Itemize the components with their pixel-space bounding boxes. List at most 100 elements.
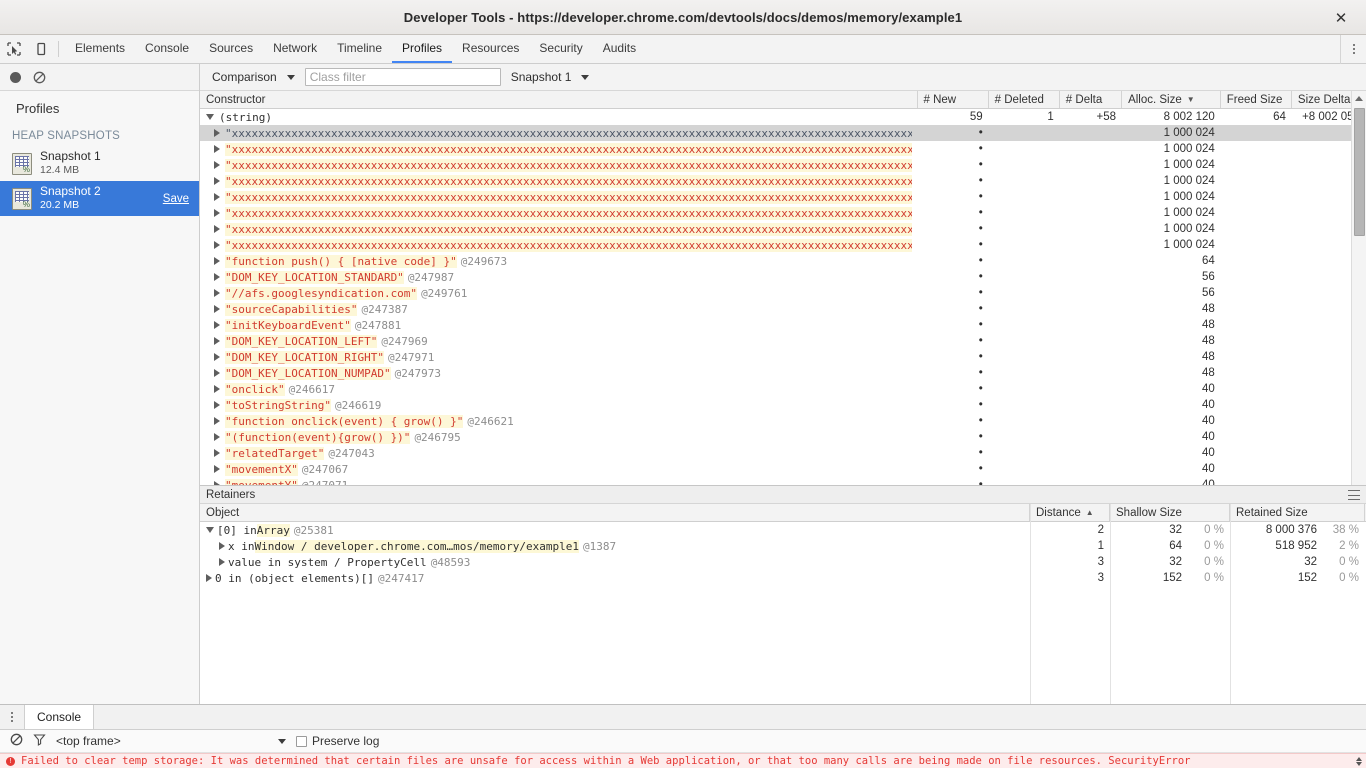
table-row[interactable]: "DOM_KEY_LOCATION_NUMPAD"@247973•48 (200, 365, 1366, 381)
vertical-dots-icon[interactable] (0, 705, 24, 729)
expand-twisty-icon[interactable] (206, 527, 214, 533)
snapshot-item-1[interactable]: Snapshot 1 12.4 MB (0, 146, 199, 181)
table-row[interactable]: "onclick"@246617•40 (200, 381, 1366, 397)
tab-security[interactable]: Security (529, 35, 592, 63)
console-scroll-arrows-icon[interactable] (1354, 754, 1364, 768)
expand-twisty-icon[interactable] (214, 129, 220, 137)
clear-console-icon[interactable] (10, 733, 23, 749)
expand-twisty-icon[interactable] (206, 574, 212, 582)
tab-sources[interactable]: Sources (199, 35, 263, 63)
tab-console-drawer[interactable]: Console (24, 705, 94, 729)
expand-twisty-icon[interactable] (214, 177, 220, 185)
column-header-shallow-size[interactable]: Shallow Size (1110, 504, 1230, 521)
column-header-retained-size[interactable]: Retained Size (1230, 504, 1365, 521)
view-mode-select[interactable]: Comparison (208, 70, 299, 84)
table-row[interactable]: "toStringString"@246619•40 (200, 397, 1366, 413)
expand-twisty-icon[interactable] (214, 193, 220, 201)
inspect-cursor-icon[interactable] (0, 35, 27, 63)
table-row[interactable]: "//afs.googlesyndication.com"@249761•56 (200, 285, 1366, 301)
scrollbar-thumb[interactable] (1354, 108, 1365, 236)
vertical-dots-icon[interactable] (1340, 35, 1366, 64)
retained-size-value: 32 (1304, 556, 1317, 568)
column-header-deleted[interactable]: # Deleted (989, 91, 1060, 108)
tab-timeline[interactable]: Timeline (327, 35, 392, 63)
grid-vertical-scrollbar[interactable] (1351, 91, 1366, 512)
table-row[interactable]: "initKeyboardEvent"@247881•48 (200, 317, 1366, 333)
tab-profiles[interactable]: Profiles (392, 35, 452, 63)
table-row[interactable]: "DOM_KEY_LOCATION_LEFT"@247969•48 (200, 333, 1366, 349)
table-row[interactable]: "(function(event){grow() })"@246795•40 (200, 429, 1366, 445)
table-row[interactable]: "xxxxxxxxxxxxxxxxxxxxxxxxxxxxxxxxxxxxxxx… (200, 205, 1366, 221)
expand-twisty-icon[interactable] (214, 321, 220, 329)
expand-twisty-icon[interactable] (219, 542, 225, 550)
column-header-object[interactable]: Object (200, 504, 1030, 521)
expand-twisty-icon[interactable] (214, 209, 220, 217)
expand-twisty-icon[interactable] (214, 433, 220, 441)
expand-twisty-icon[interactable] (214, 353, 220, 361)
table-row[interactable]: "movementX"@247067•40 (200, 461, 1366, 477)
save-snapshot-link[interactable]: Save (163, 193, 189, 205)
table-row[interactable]: "xxxxxxxxxxxxxxxxxxxxxxxxxxxxxxxxxxxxxxx… (200, 173, 1366, 189)
expand-twisty-icon[interactable] (214, 401, 220, 409)
expand-twisty-icon[interactable] (214, 305, 220, 313)
expand-twisty-icon[interactable] (214, 369, 220, 377)
expand-twisty-icon[interactable] (214, 257, 220, 265)
table-row[interactable]: "xxxxxxxxxxxxxxxxxxxxxxxxxxxxxxxxxxxxxxx… (200, 157, 1366, 173)
table-row[interactable]: "sourceCapabilities"@247387•48 (200, 301, 1366, 317)
retainer-row[interactable]: value in system / PropertyCell @48593332… (200, 554, 1366, 570)
hamburger-menu-icon[interactable] (1348, 490, 1360, 500)
expand-twisty-icon[interactable] (214, 225, 220, 233)
checkbox-box[interactable] (296, 736, 307, 747)
record-circle-icon[interactable] (10, 72, 21, 83)
retainer-row[interactable]: x in Window / developer.chrome.com…mos/m… (200, 538, 1366, 554)
expand-twisty-icon[interactable] (214, 241, 220, 249)
cell-constructor: "onclick"@246617 (200, 383, 918, 396)
class-filter-input[interactable] (305, 68, 501, 86)
expand-twisty-icon[interactable] (214, 337, 220, 345)
table-row[interactable]: "relatedTarget"@247043•40 (200, 445, 1366, 461)
expand-twisty-icon[interactable] (214, 465, 220, 473)
expand-twisty-icon[interactable] (214, 289, 220, 297)
tab-resources[interactable]: Resources (452, 35, 529, 63)
tab-audits[interactable]: Audits (593, 35, 646, 63)
cell-alloc-size: 1 000 024 (1122, 127, 1221, 139)
column-header-distance[interactable]: Distance▲ (1030, 504, 1110, 521)
funnel-filter-icon[interactable] (33, 733, 46, 749)
table-row[interactable]: "DOM_KEY_LOCATION_STANDARD"@247987•56 (200, 269, 1366, 285)
expand-twisty-icon[interactable] (214, 449, 220, 457)
column-header-freed-size[interactable]: Freed Size (1221, 91, 1292, 108)
expand-twisty-icon[interactable] (214, 145, 220, 153)
tab-console[interactable]: Console (135, 35, 199, 63)
clear-prohibited-icon[interactable] (33, 71, 46, 84)
table-row[interactable]: "xxxxxxxxxxxxxxxxxxxxxxxxxxxxxxxxxxxxxxx… (200, 125, 1366, 141)
table-row[interactable]: "xxxxxxxxxxxxxxxxxxxxxxxxxxxxxxxxxxxxxxx… (200, 221, 1366, 237)
preserve-log-checkbox[interactable]: Preserve log (296, 734, 379, 748)
scroll-up-arrow-icon[interactable] (1352, 91, 1366, 106)
table-row[interactable]: "xxxxxxxxxxxxxxxxxxxxxxxxxxxxxxxxxxxxxxx… (200, 237, 1366, 253)
column-header-delta[interactable]: # Delta (1060, 91, 1122, 108)
table-row[interactable]: (string)591+588 002 12064+8 002 056 (200, 109, 1366, 125)
retainer-row[interactable]: 0 in (object elements)[] @24741731520 %1… (200, 570, 1366, 586)
tab-elements[interactable]: Elements (65, 35, 135, 63)
expand-twisty-icon[interactable] (214, 273, 220, 281)
table-row[interactable]: "function onclick(event) { grow() }"@246… (200, 413, 1366, 429)
column-header-new[interactable]: # New (918, 91, 989, 108)
device-toolbar-icon[interactable] (27, 35, 54, 63)
column-header-constructor[interactable]: Constructor (200, 91, 918, 108)
tab-network[interactable]: Network (263, 35, 327, 63)
column-header-alloc-size[interactable]: Alloc. Size▼ (1122, 91, 1221, 108)
expand-twisty-icon[interactable] (214, 161, 220, 169)
snapshot-item-2[interactable]: Snapshot 2 20.2 MB Save (0, 181, 199, 216)
table-row[interactable]: "DOM_KEY_LOCATION_RIGHT"@247971•48 (200, 349, 1366, 365)
expand-twisty-icon[interactable] (214, 417, 220, 425)
expand-twisty-icon[interactable] (214, 385, 220, 393)
expand-twisty-icon[interactable] (219, 558, 225, 566)
execution-context-select[interactable]: <top frame> (56, 734, 286, 748)
retainer-row[interactable]: [0] in Array@253812320 %8 000 37638 % (200, 522, 1366, 538)
base-snapshot-select[interactable]: Snapshot 1 (507, 70, 594, 84)
close-icon[interactable]: ✕ (1326, 0, 1356, 35)
table-row[interactable]: "xxxxxxxxxxxxxxxxxxxxxxxxxxxxxxxxxxxxxxx… (200, 189, 1366, 205)
table-row[interactable]: "function push() { [native code] }"@2496… (200, 253, 1366, 269)
expand-twisty-icon[interactable] (206, 114, 214, 120)
table-row[interactable]: "xxxxxxxxxxxxxxxxxxxxxxxxxxxxxxxxxxxxxxx… (200, 141, 1366, 157)
